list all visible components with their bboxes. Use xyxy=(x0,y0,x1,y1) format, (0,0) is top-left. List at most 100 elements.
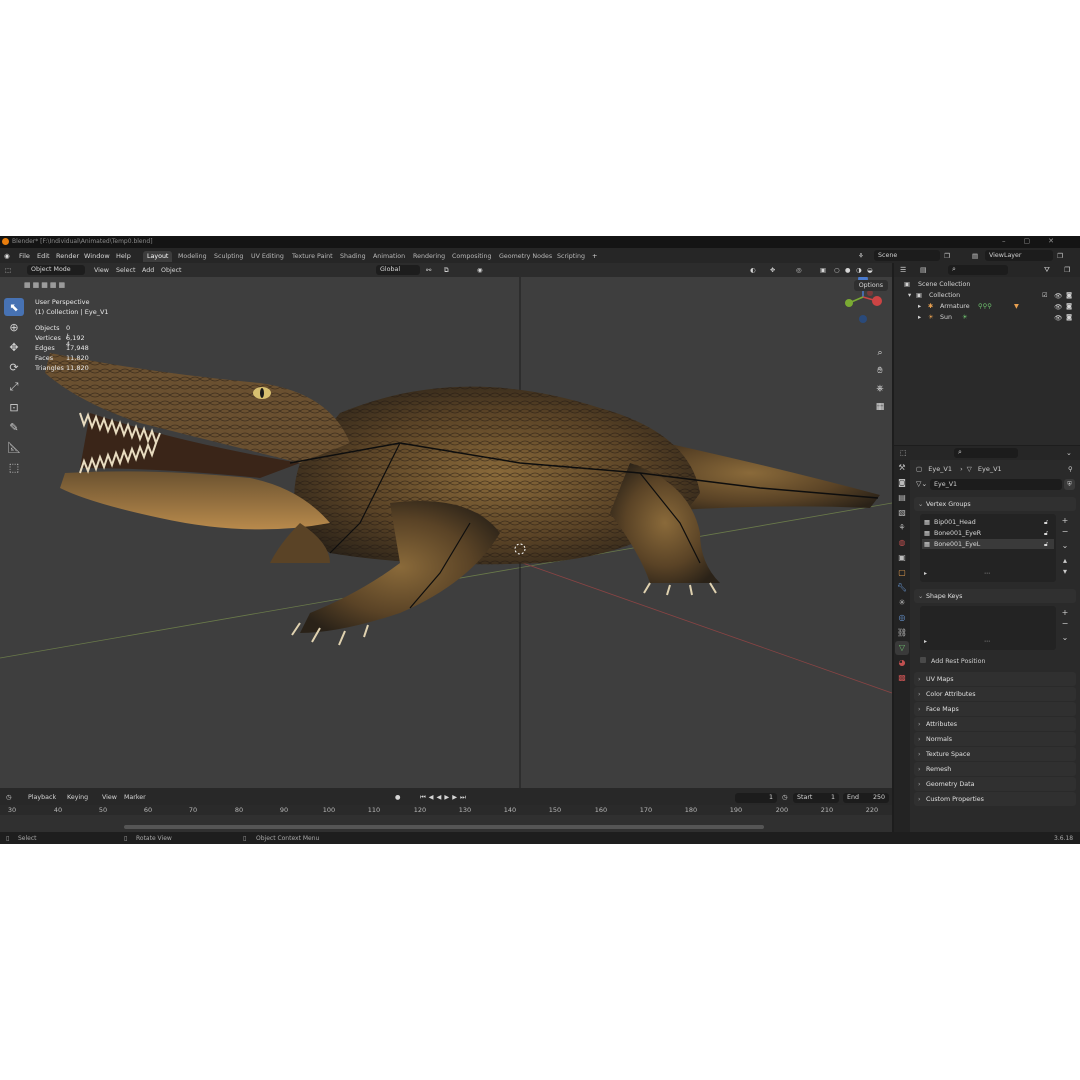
expand-arrow-icon[interactable]: ▸ xyxy=(918,314,921,321)
expand-arrow-icon[interactable]: ▸ xyxy=(918,303,921,310)
new-collection-icon[interactable]: ❐ xyxy=(1064,266,1070,274)
tool-tab-icon[interactable]: ⚒ xyxy=(895,461,909,475)
annotate-tool-icon[interactable]: ✎ xyxy=(4,418,24,436)
modifier-tab-icon[interactable]: 🔧︎ xyxy=(895,581,909,595)
output-tab-icon[interactable]: ▤ xyxy=(895,491,909,505)
checkbox-icon[interactable]: ☑ xyxy=(1042,292,1048,299)
display-mode-icon[interactable]: ▤ xyxy=(920,266,927,274)
add-shape-key-icon[interactable]: + xyxy=(1060,608,1070,618)
tab-layout[interactable]: Layout xyxy=(143,251,173,262)
camera-icon[interactable]: ◙ xyxy=(1066,303,1072,310)
list-resize-handle-icon[interactable]: ⋯ xyxy=(984,638,990,645)
filter-icon[interactable]: ⛛ xyxy=(1044,266,1050,275)
measure-tool-icon[interactable]: 📐︎ xyxy=(4,438,24,456)
camera-icon[interactable]: ◙ xyxy=(1066,292,1072,299)
blender-menu-icon[interactable]: ◉ xyxy=(4,252,10,260)
xray-icon[interactable]: ▣ xyxy=(820,267,826,274)
mesh-data-name-field[interactable]: Eye_V1 xyxy=(930,479,1062,490)
outliner-row-collection[interactable]: ▾ ▣ Collection ☑ 👁︎ ◙ xyxy=(894,290,1080,301)
ortho-toggle-icon[interactable]: ▦ xyxy=(872,399,888,415)
tab-geometry-nodes[interactable]: Geometry Nodes xyxy=(495,251,556,262)
wireframe-shading-icon[interactable]: ○ xyxy=(834,267,840,274)
outliner-editor-type-icon[interactable]: ☰ xyxy=(900,266,906,274)
viewport-menu-object[interactable]: Object xyxy=(161,267,182,274)
lock-icon[interactable]: 🔓︎ xyxy=(1044,530,1048,538)
end-frame-field[interactable]: End 250 xyxy=(843,793,889,803)
outliner[interactable]: ☰ ▤ ⌕ ⛛ ❐ ▣ Scene Collection ▾ ▣ Collect… xyxy=(894,263,1080,445)
custom-properties-panel-header[interactable]: › Custom Properties xyxy=(914,792,1076,806)
remove-shape-key-icon[interactable]: − xyxy=(1060,619,1070,629)
vertex-groups-list[interactable]: ▦ Bip001_Head 🔓︎ ▦ Bone001_EyeR 🔓︎ ▦ Bon… xyxy=(920,514,1056,582)
add-rest-position-row[interactable]: Add Rest Position xyxy=(920,657,985,665)
eye-icon[interactable]: 👁︎ xyxy=(1054,314,1062,322)
scene-icon[interactable]: ⚘ xyxy=(858,252,864,260)
transform-tool-icon[interactable]: ⊡ xyxy=(4,398,24,416)
fake-user-icon[interactable]: ⛨ xyxy=(1064,479,1075,490)
attributes-panel-header[interactable]: › Attributes xyxy=(914,717,1076,731)
snap-icon[interactable]: ⧉ xyxy=(444,267,449,275)
texture-tab-icon[interactable]: ▩ xyxy=(895,671,909,685)
transform-orientation-selector[interactable]: Global xyxy=(376,265,420,275)
normals-panel-header[interactable]: › Normals xyxy=(914,732,1076,746)
outliner-row-armature[interactable]: ▸ ✱ Armature ⚲⚲⚲ ▼ 👁︎ ◙ xyxy=(894,301,1080,312)
add-workspace-icon[interactable]: + xyxy=(592,252,597,260)
window-controls[interactable]: –▢✕ xyxy=(1002,237,1072,245)
scene-tab-icon[interactable]: ⚘ xyxy=(895,521,909,535)
remove-vertex-group-icon[interactable]: − xyxy=(1060,527,1070,537)
properties-search-input[interactable]: ⌕ xyxy=(954,448,1018,458)
solid-shading-icon[interactable]: ● xyxy=(845,267,851,274)
pivot-icon[interactable]: ⚯ xyxy=(426,267,431,274)
viewport-menu-select[interactable]: Select xyxy=(116,267,135,274)
zoom-icon[interactable]: ⌕ xyxy=(872,345,888,361)
menu-file[interactable]: File xyxy=(19,252,30,260)
list-item[interactable]: ▦ Bip001_Head 🔓︎ xyxy=(922,517,1054,527)
lock-icon[interactable]: 🔓︎ xyxy=(1044,541,1048,549)
vertex-groups-panel-header[interactable]: ⌄ Vertex Groups xyxy=(914,497,1076,511)
timeline-track[interactable] xyxy=(0,815,892,832)
menu-window[interactable]: Window xyxy=(84,252,110,260)
material-shading-icon[interactable]: ◑ xyxy=(856,267,862,274)
geometry-data-panel-header[interactable]: › Geometry Data xyxy=(914,777,1076,791)
properties-editor-type-icon[interactable]: ⬚ xyxy=(900,449,907,457)
lock-icon[interactable]: 🔓︎ xyxy=(1044,519,1048,527)
selection-mode-icons[interactable]: ▦▦▦▦▦ xyxy=(24,281,67,289)
current-frame-field[interactable]: 1 xyxy=(735,793,777,803)
frame-ruler[interactable]: 30 40 50 60 70 80 90 100 110 120 130 140… xyxy=(0,805,892,815)
vertex-group-specials-icon[interactable]: ⌄ xyxy=(1060,541,1070,551)
viewport-menu-add[interactable]: Add xyxy=(142,267,154,274)
texture-space-panel-header[interactable]: › Texture Space xyxy=(914,747,1076,761)
rotate-tool-icon[interactable]: ⟳ xyxy=(4,358,24,376)
properties-options-icon[interactable]: ⌄ xyxy=(1066,449,1072,457)
add-rest-position-checkbox[interactable] xyxy=(920,657,926,663)
pin-icon[interactable]: ⚲ xyxy=(1068,465,1073,473)
constraints-tab-icon[interactable]: ⛓ xyxy=(895,626,909,640)
tab-sculpting[interactable]: Sculpting xyxy=(210,251,247,262)
3d-viewport[interactable]: ⬚ Object Mode View Select Add Object Glo… xyxy=(0,263,892,788)
view-layer-selector[interactable]: ViewLayer xyxy=(985,250,1053,261)
move-up-icon[interactable]: ▴ xyxy=(1060,556,1070,566)
particles-tab-icon[interactable]: ✳ xyxy=(895,596,909,610)
gizmo-toggle-icon[interactable]: ✥ xyxy=(770,267,775,274)
expand-arrow-icon[interactable]: ▾ xyxy=(908,292,911,299)
render-tab-icon[interactable]: ◙ xyxy=(895,476,909,490)
shape-keys-panel-header[interactable]: ⌄ Shape Keys xyxy=(914,589,1076,603)
options-button[interactable]: Options xyxy=(853,280,888,291)
properties-editor[interactable]: ⬚ ⌕ ⌄ ⚒ ◙ ▤ ▧ ⚘ ◍ ▣ ▢ 🔧︎ ✳ ◎ ⛓ ▽ ◕ ▩ ▢ E… xyxy=(894,446,1080,832)
select-box-tool-icon[interactable]: ⬉ xyxy=(4,298,24,316)
outliner-row-sun[interactable]: ▸ ☀ Sun ☀ 👁︎ ◙ xyxy=(894,312,1080,323)
view-layer-icon[interactable]: ▤ xyxy=(972,252,978,260)
mesh-data-selector-icon[interactable]: ▽⌄ xyxy=(916,480,927,488)
material-tab-icon[interactable]: ◕ xyxy=(895,656,909,670)
tab-scripting[interactable]: Scripting xyxy=(553,251,589,262)
proportional-edit-icon[interactable]: ◉ xyxy=(477,267,483,274)
list-item[interactable]: ▦ Bone001_EyeL 🔓︎ xyxy=(922,539,1054,549)
list-resize-handle-icon[interactable]: ⋯ xyxy=(984,570,990,577)
viewport-menu-view[interactable]: View xyxy=(94,267,109,274)
tab-shading[interactable]: Shading xyxy=(336,251,370,262)
record-icon[interactable]: ● xyxy=(395,794,401,801)
timeline-menu-view[interactable]: View xyxy=(102,794,117,801)
mesh-data-tab-icon[interactable]: ▽ xyxy=(895,641,909,655)
move-tool-icon[interactable]: ✥ xyxy=(4,338,24,356)
scene-copy-icon[interactable]: ❐ xyxy=(944,252,950,260)
pan-hand-icon[interactable]: ✋︎ xyxy=(872,363,888,379)
